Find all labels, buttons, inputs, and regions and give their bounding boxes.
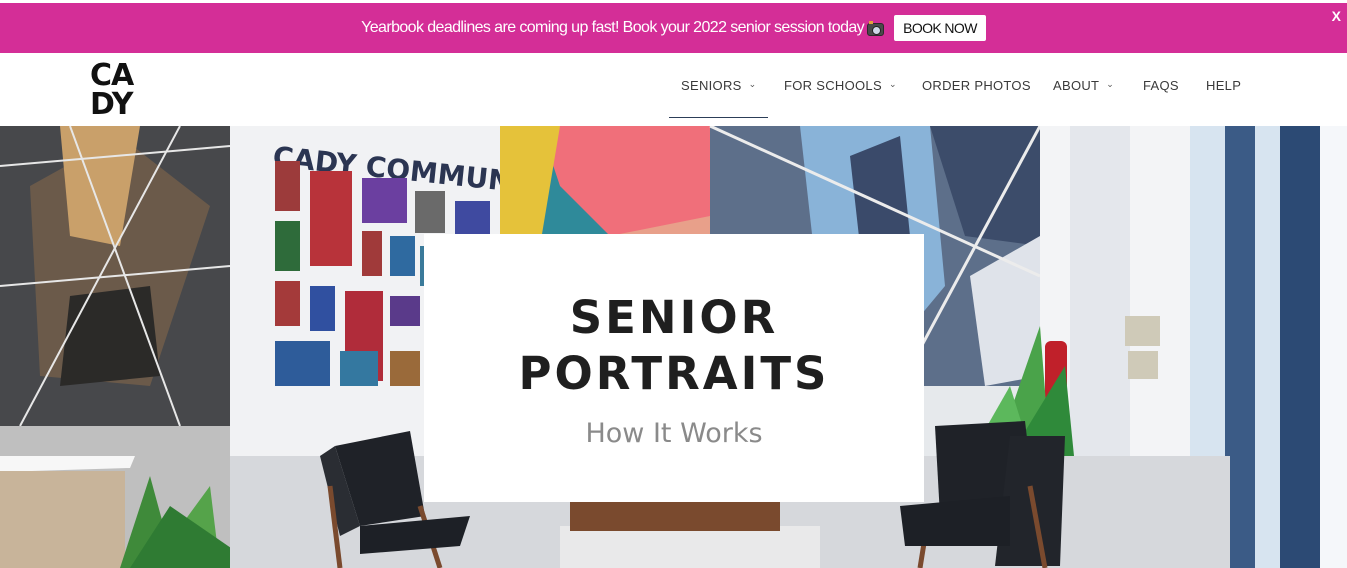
book-now-button[interactable]: BOOK NOW [894,15,986,41]
chevron-down-icon: ⌄ [1106,79,1115,89]
hero-title-card: SENIOR PORTRAITS How It Works [424,234,924,502]
hero-title: SENIOR PORTRAITS [424,290,924,402]
chevron-down-icon: ⌄ [748,79,757,89]
nav-item-help[interactable]: HELP [1206,53,1241,118]
camera-flash-icon [867,20,885,36]
nav-item-label: FAQS [1143,78,1179,93]
nav-item-label: HELP [1206,78,1242,93]
hero-section: CADY COMMUNITY SENIOR PORTRAITS How It W… [0,126,1347,568]
hero-title-line-1: SENIOR [569,291,779,344]
nav-item-label: FOR SCHOOLS [784,78,882,93]
main-nav: SENIORS ⌄ FOR SCHOOLS ⌄ ORDER PHOTOS ABO… [0,53,1347,126]
hero-subtitle: How It Works [585,418,763,449]
nav-item-order-photos[interactable]: ORDER PHOTOS [922,53,1031,118]
nav-item-faqs[interactable]: FAQS [1143,53,1179,118]
nav-item-seniors[interactable]: SENIORS ⌄ [668,53,770,118]
close-icon[interactable]: X [1332,8,1341,24]
site-header: CA DY SENIORS ⌄ FOR SCHOOLS ⌄ ORDER PHOT… [0,53,1347,126]
announcement-text: Yearbook deadlines are coming up fast! B… [361,19,865,36]
chevron-down-icon: ⌄ [888,79,897,89]
hero-title-line-2: PORTRAITS [518,347,830,400]
nav-item-label: ABOUT [1053,78,1100,93]
nav-item-label: SENIORS [681,78,742,93]
announcement-bar: Yearbook deadlines are coming up fast! B… [0,3,1347,53]
nav-item-label: ORDER PHOTOS [922,78,1031,93]
nav-item-for-schools[interactable]: FOR SCHOOLS ⌄ [784,53,897,118]
nav-item-about[interactable]: ABOUT ⌄ [1053,53,1114,118]
